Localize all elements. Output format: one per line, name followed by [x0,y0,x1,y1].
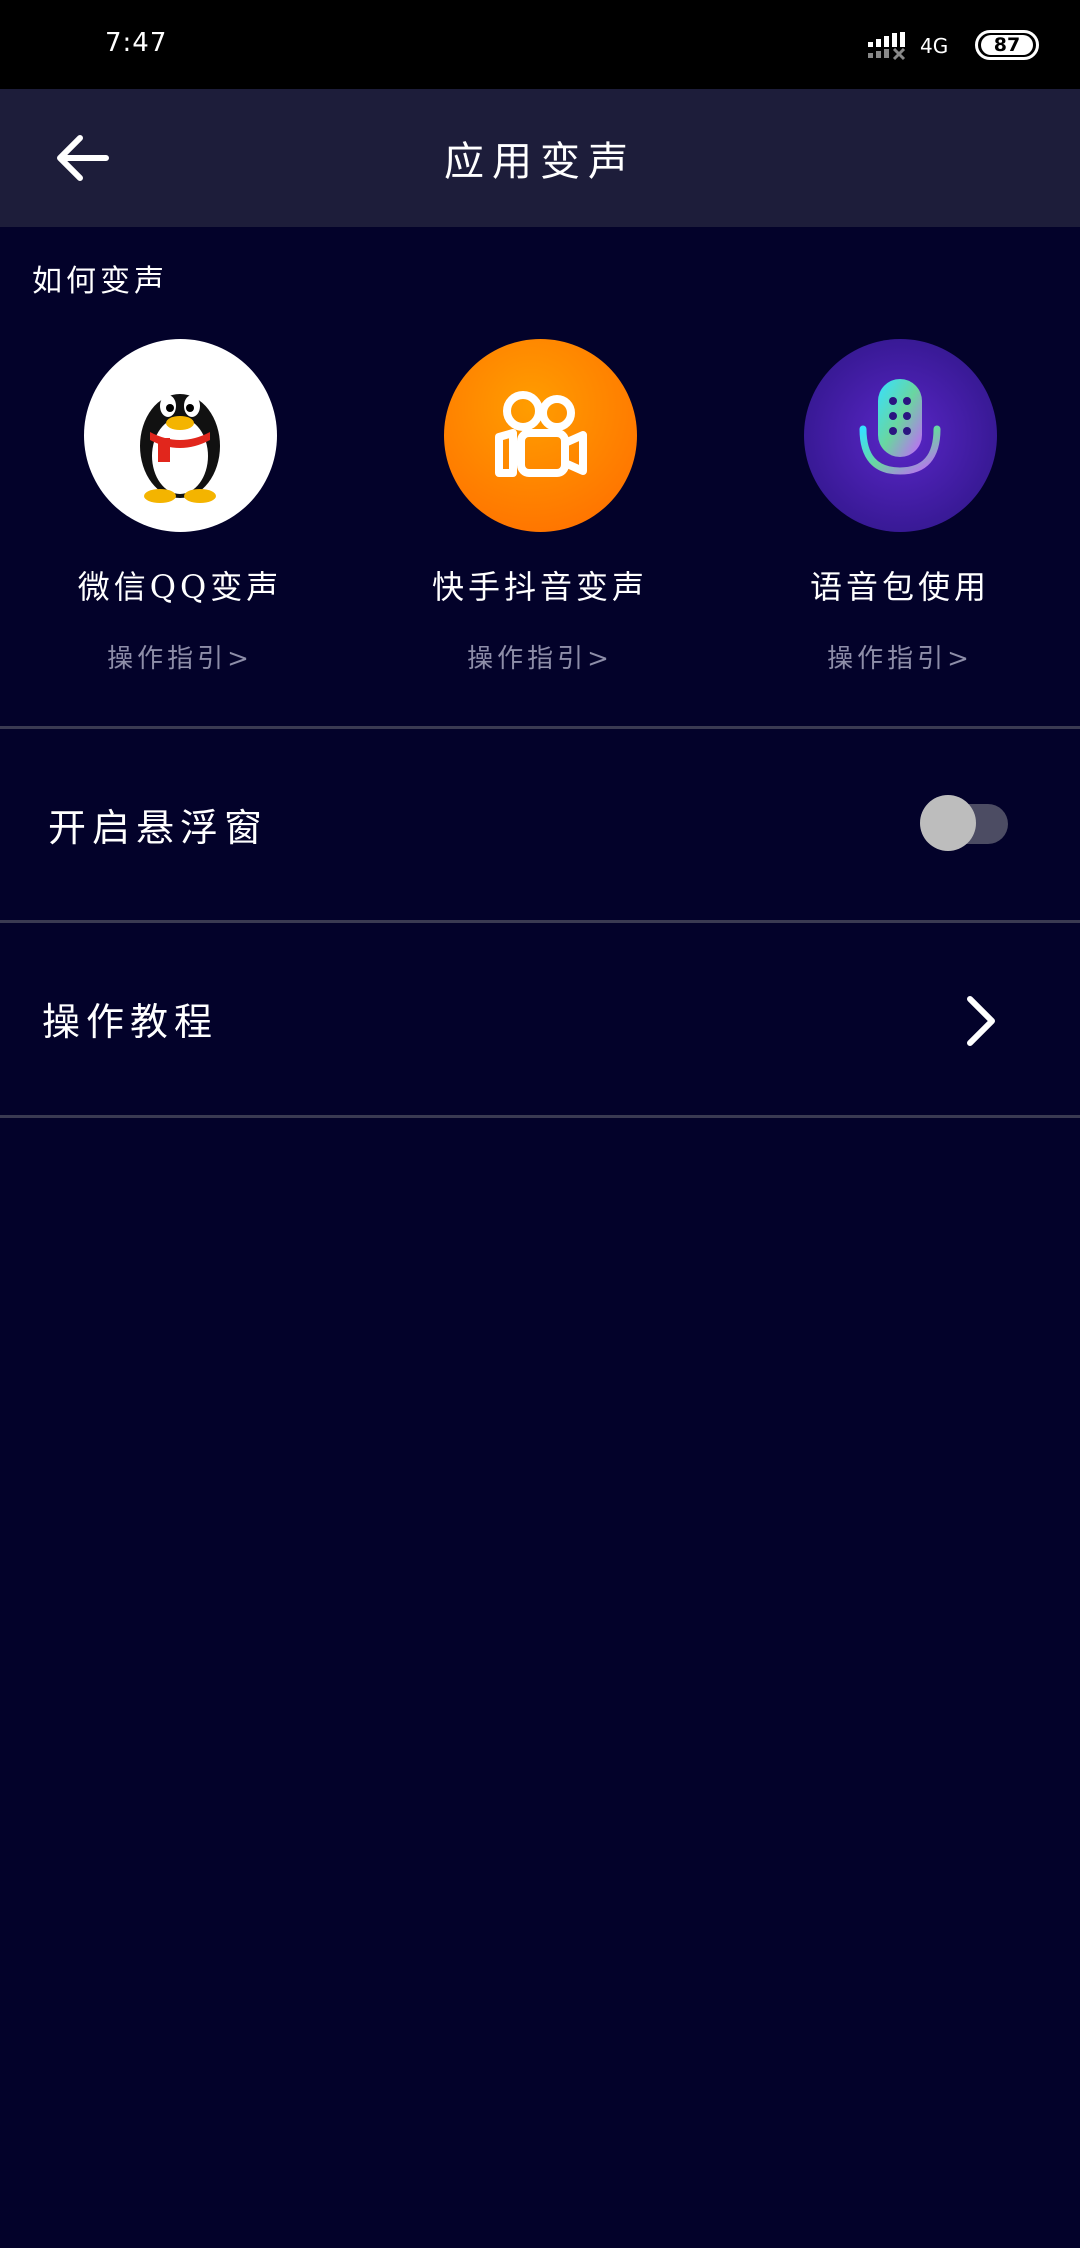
qq-penguin-icon [83,339,277,532]
kuaishou-camera-graphic [495,390,587,477]
signal-icon [868,32,906,61]
kuaishou-icon [443,339,637,532]
guide-link[interactable]: 操作指引> [40,638,320,675]
tutorial-row[interactable]: 操作教程 [0,923,1080,1113]
divider [0,1115,1080,1118]
status-time: 7:47 [105,28,168,58]
app-item-wechat-qq[interactable]: 微信QQ变声 操作指引> [40,339,320,674]
network-type: 4G [920,34,949,58]
page-title: 应用变声 [444,139,636,185]
microphone-icon [803,339,997,532]
chevron-right-icon [967,996,995,1046]
battery-level: 87 [981,34,1033,56]
toggle-knob [920,795,976,851]
floating-window-toggle[interactable] [920,795,1008,851]
screen: 7:47 4G 87 应用变声 如何变声 微信QQ变声 操作指引> 快手抖音变声… [0,0,1080,2248]
floating-window-row: 开启悬浮窗 [0,729,1080,919]
tutorial-label: 操作教程 [42,1000,219,1044]
microphone-graphic [859,378,941,496]
floating-window-label: 开启悬浮窗 [48,806,269,850]
app-item-voice-pack[interactable]: 语音包使用 操作指引> [760,339,1040,674]
guide-link[interactable]: 操作指引> [760,638,1040,675]
app-item-label: 微信QQ变声 [77,568,283,606]
status-bar: 7:47 4G 87 [0,0,1080,89]
app-item-label: 语音包使用 [809,568,990,606]
app-item-label: 快手抖音变声 [431,568,648,606]
section-label-how-to: 如何变声 [32,264,168,299]
guide-link[interactable]: 操作指引> [400,638,680,675]
app-bar: 应用变声 [0,89,1080,227]
battery-icon: 87 [975,30,1039,60]
qq-penguin-graphic [140,393,220,503]
app-item-kuaishou-douyin[interactable]: 快手抖音变声 操作指引> [400,339,680,674]
